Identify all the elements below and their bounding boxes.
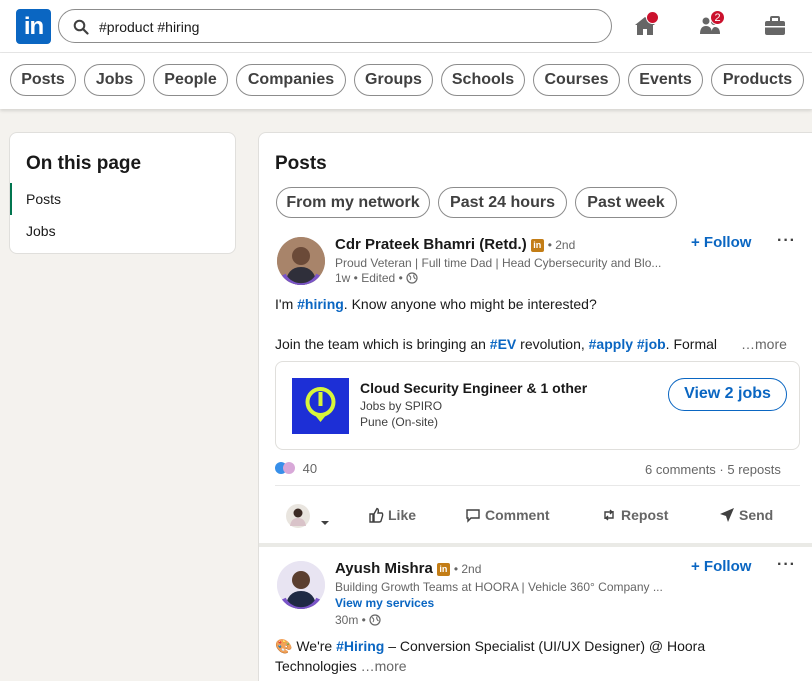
palette-emoji: 🎨: [275, 638, 293, 654]
people-icon[interactable]: 2: [698, 10, 725, 38]
post-text-line: Join the team which is bringing an #EV r…: [275, 336, 718, 352]
posts-section-title: Posts: [275, 153, 327, 174]
posts-card: Posts From my network Past 24 hours Past…: [258, 132, 812, 681]
view-services-link[interactable]: View my services: [335, 596, 434, 610]
post-meta: 30m •: [335, 613, 381, 627]
home-notification-dot: [646, 11, 659, 24]
post-text-line: 🎨 We're #Hiring – Conversion Specialist …: [275, 638, 706, 654]
user-avatar-icon: [286, 504, 310, 528]
like-button[interactable]: Like: [368, 507, 416, 523]
top-nav-bar: in 2: [0, 0, 812, 53]
reactor-selector[interactable]: [285, 503, 335, 529]
post-author-headline: Proud Veteran | Full time Dad | Head Cyb…: [335, 256, 662, 270]
hashtag-link[interactable]: #apply: [589, 336, 633, 352]
company-logo: [292, 378, 349, 434]
filter-events[interactable]: Events: [628, 64, 703, 96]
on-this-page-jobs[interactable]: Jobs: [10, 215, 235, 247]
comment-button[interactable]: Comment: [465, 507, 550, 523]
filter-posts[interactable]: Posts: [10, 64, 76, 96]
filter-past-week[interactable]: Past week: [575, 187, 677, 218]
post-author-headline: Building Growth Teams at HOORA | Vehicle…: [335, 580, 663, 594]
filter-courses[interactable]: Courses: [533, 64, 620, 96]
support-reaction-icon: [283, 462, 295, 474]
reaction-count: 40: [302, 461, 318, 476]
linkedin-premium-icon: in: [530, 239, 544, 252]
repost-button[interactable]: Repost: [601, 507, 668, 523]
search-bar[interactable]: [58, 9, 612, 43]
divider: [275, 485, 800, 486]
like-icon: [369, 507, 384, 523]
view-jobs-button[interactable]: View 2 jobs: [668, 378, 787, 411]
hashtag-link[interactable]: #hiring: [297, 296, 344, 312]
linkedin-premium-icon: in: [436, 563, 450, 576]
reactions-summary[interactable]: 40: [275, 461, 317, 476]
avatar[interactable]: [277, 237, 325, 285]
job-attachment-card[interactable]: Cloud Security Engineer & 1 other Jobs b…: [275, 361, 800, 450]
post-text-line: Technologies …more: [275, 658, 407, 674]
avatar[interactable]: [277, 561, 325, 609]
filter-products[interactable]: Products: [711, 64, 804, 96]
filter-schools[interactable]: Schools: [441, 64, 525, 96]
post-options-button[interactable]: ···: [777, 232, 796, 250]
globe-icon: [406, 272, 418, 284]
chevron-down-icon: [320, 521, 329, 525]
search-icon: [73, 19, 89, 35]
filter-groups[interactable]: Groups: [354, 64, 433, 96]
job-location: Pune (On-site): [360, 415, 439, 429]
search-filter-bar: Posts Jobs People Companies Groups Schoo…: [0, 53, 812, 109]
see-more-link[interactable]: …more: [361, 658, 407, 674]
linkedin-logo[interactable]: in: [16, 9, 51, 44]
post-author-name[interactable]: Cdr Prateek Bhamri (Retd.) in • 2nd: [335, 236, 575, 253]
comment-icon: [466, 509, 480, 523]
filter-people[interactable]: People: [153, 64, 228, 96]
on-this-page-title: On this page: [26, 153, 142, 174]
follow-button[interactable]: + Follow: [691, 234, 751, 251]
send-icon: [720, 508, 734, 522]
filter-from-my-network[interactable]: From my network: [276, 187, 430, 218]
filter-companies[interactable]: Companies: [236, 64, 346, 96]
home-icon[interactable]: [633, 11, 659, 38]
job-company: Jobs by SPIRO: [360, 399, 443, 413]
hashtag-link[interactable]: #Hiring: [336, 638, 384, 654]
post-author-name[interactable]: Ayush Mishra in • 2nd: [335, 560, 481, 577]
globe-icon: [369, 614, 381, 626]
hashtag-link[interactable]: #EV: [490, 336, 516, 352]
on-this-page-posts[interactable]: Posts: [10, 183, 235, 215]
network-badge: 2: [710, 10, 725, 25]
filter-jobs[interactable]: Jobs: [84, 64, 145, 96]
repost-icon: [604, 509, 614, 521]
job-title[interactable]: Cloud Security Engineer & 1 other: [360, 380, 587, 396]
hashtag-link[interactable]: #job: [637, 336, 666, 352]
see-more-link[interactable]: …more: [741, 336, 787, 352]
search-input[interactable]: [99, 16, 599, 38]
post-text-line: I'm #hiring. Know anyone who might be in…: [275, 296, 597, 312]
post-meta: 1w • Edited •: [335, 271, 418, 285]
post-options-button[interactable]: ···: [777, 556, 796, 574]
filter-past-24-hours[interactable]: Past 24 hours: [438, 187, 567, 218]
comments-reposts-count[interactable]: 6 comments · 5 reposts: [645, 462, 781, 477]
post-separator: [259, 543, 812, 547]
briefcase-icon[interactable]: [763, 14, 787, 38]
on-this-page-card: On this page Posts Jobs: [9, 132, 236, 254]
follow-button[interactable]: + Follow: [691, 558, 751, 575]
send-button[interactable]: Send: [719, 507, 773, 523]
